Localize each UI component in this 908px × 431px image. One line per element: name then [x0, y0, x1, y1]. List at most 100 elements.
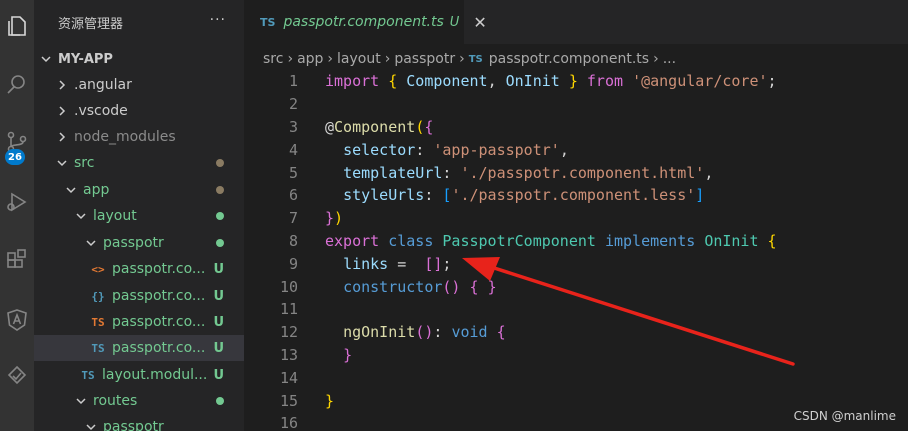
code-line-4: 4 selector: 'app-passpotr', [244, 138, 908, 161]
chevron-down-icon [75, 210, 87, 222]
line-number: 10 [279, 277, 298, 296]
breadcrumb: src › app › layout › passpotr › TS passpotr.… [244, 46, 908, 72]
tree-item-layout[interactable]: layout [34, 203, 244, 229]
code-line-7: 7}) [244, 207, 908, 230]
line-number: 5 [288, 163, 298, 182]
chevron-right-icon: › [287, 51, 294, 67]
source-control-badge: 26 [5, 149, 25, 165]
editor-tab-active[interactable]: TS passpotr.component.ts U ✕ [244, 0, 487, 44]
ts-file-icon: TS [468, 53, 483, 65]
tree-item-node-modules[interactable]: node_modules [34, 124, 244, 150]
line-number: 9 [288, 254, 298, 273]
tree-item-label: node_modules [74, 129, 176, 145]
chevron-right-icon: › [384, 51, 391, 67]
breadcrumb-file[interactable]: passpotr.component.ts [489, 51, 649, 67]
code-line-8: 8 export class PasspotrComponent implemen… [244, 230, 908, 253]
close-icon[interactable]: ✕ [473, 13, 486, 32]
code-line-3: 3 @Component({ [244, 116, 908, 139]
tree-item-vscode[interactable]: .vscode [34, 98, 244, 124]
tree-item-component-spec[interactable]: TS passpotr.co... U [34, 309, 244, 335]
untracked-dot [216, 212, 224, 220]
breadcrumb-passpotr[interactable]: passpotr [394, 51, 455, 67]
code-line-11: 11 [244, 298, 908, 321]
project-root[interactable]: MY-APP [34, 46, 244, 72]
tree-item-label: passpotr.co... [112, 340, 206, 356]
ts-file-icon: TS [91, 341, 105, 355]
breadcrumb-app[interactable]: app [297, 51, 323, 67]
ts-file-icon: TS [91, 315, 105, 329]
tree-item-component-ts[interactable]: TS passpotr.co... U [34, 335, 244, 361]
tree-item-src[interactable]: src [34, 150, 244, 176]
chevron-down-icon [56, 157, 68, 169]
tree-item-label: layout.modul... [102, 367, 208, 383]
breadcrumb-ellipsis[interactable]: ... [663, 51, 676, 67]
tree-item-component-less[interactable]: {} passpotr.co... U [34, 283, 244, 309]
chevron-right-icon: › [327, 51, 334, 67]
breadcrumb-src[interactable]: src [263, 51, 283, 67]
breadcrumb-layout[interactable]: layout [337, 51, 381, 67]
project-name: MY-APP [58, 51, 113, 67]
modified-dot [216, 159, 224, 167]
line-number: 16 [279, 414, 298, 431]
tree-item-label: .angular [74, 77, 132, 93]
explorer-header: 资源管理器 ··· [34, 0, 244, 44]
tree-item-label: src [74, 155, 95, 171]
untracked-badge: U [449, 14, 460, 30]
tree-item-routes[interactable]: routes [34, 388, 244, 414]
line-number: 7 [288, 209, 298, 228]
line-number: 2 [288, 95, 298, 114]
explorer-icon[interactable] [0, 6, 34, 46]
untracked-badge: U [213, 340, 224, 356]
line-number: 15 [279, 391, 298, 410]
tree-item-label: passpotr [103, 235, 164, 251]
html-file-icon: <> [91, 262, 105, 276]
watermark-text: CSDN @manlime [793, 409, 896, 423]
activity-bar: 26 [0, 0, 34, 431]
tree-item-app[interactable]: app [34, 177, 244, 203]
tree-item-label: .vscode [74, 103, 128, 119]
angular-icon[interactable] [0, 300, 34, 340]
tree-item-angular[interactable]: .angular [34, 72, 244, 98]
line-number: 12 [279, 323, 298, 342]
line-number: 13 [279, 345, 298, 364]
untracked-dot [216, 239, 224, 247]
tree-item-label: routes [93, 393, 138, 409]
untracked-badge: U [213, 261, 224, 277]
tree-item-label: passpotr [103, 419, 164, 431]
tab-filename: passpotr.component.ts [283, 14, 444, 30]
untracked-dot [216, 397, 224, 405]
tree-item-passpotr[interactable]: passpotr [34, 230, 244, 256]
tree-item-layout-module[interactable]: TS layout.modul... U [34, 362, 244, 388]
extensions-icon[interactable] [0, 240, 34, 280]
untracked-badge: U [213, 367, 224, 383]
chevron-down-icon [85, 237, 97, 249]
remote-explorer-icon[interactable] [0, 356, 34, 396]
code-line-13: 13 } [244, 344, 908, 367]
tree-item-label: passpotr.co... [112, 288, 206, 304]
code-line-12: 12 ngOnInit(): void { [244, 321, 908, 344]
modified-dot [216, 186, 224, 194]
line-number: 1 [288, 72, 298, 91]
editor-tab-bar: TS passpotr.component.ts U ✕ [244, 0, 908, 44]
chevron-right-icon: › [653, 51, 659, 67]
code-line-1: 1 import { Component, OnInit } from '@ang… [244, 70, 908, 93]
tree-item-label: layout [93, 208, 137, 224]
code-line-2: 2 [244, 93, 908, 116]
tree-item-component-html[interactable]: <> passpotr.co... U [34, 256, 244, 282]
tree-item-label: passpotr.co... [112, 261, 206, 277]
tree-item-label: app [83, 182, 110, 198]
line-number: 4 [288, 140, 298, 159]
chevron-down-icon [65, 184, 77, 196]
more-actions-icon[interactable]: ··· [210, 12, 226, 28]
style-file-icon: {} [91, 289, 105, 303]
run-debug-icon[interactable] [0, 182, 34, 222]
tree-item-routes-passpotr[interactable]: passpotr [34, 414, 244, 431]
line-number: 8 [288, 231, 298, 250]
line-number: 14 [279, 368, 298, 387]
code-line-9: 9 links = []; [244, 252, 908, 275]
code-editor[interactable]: 1 import { Component, OnInit } from '@ang… [244, 70, 908, 431]
chevron-down-icon [85, 421, 97, 431]
line-number: 3 [288, 117, 298, 136]
ts-file-icon: TS [81, 368, 95, 382]
search-icon[interactable] [0, 64, 34, 104]
